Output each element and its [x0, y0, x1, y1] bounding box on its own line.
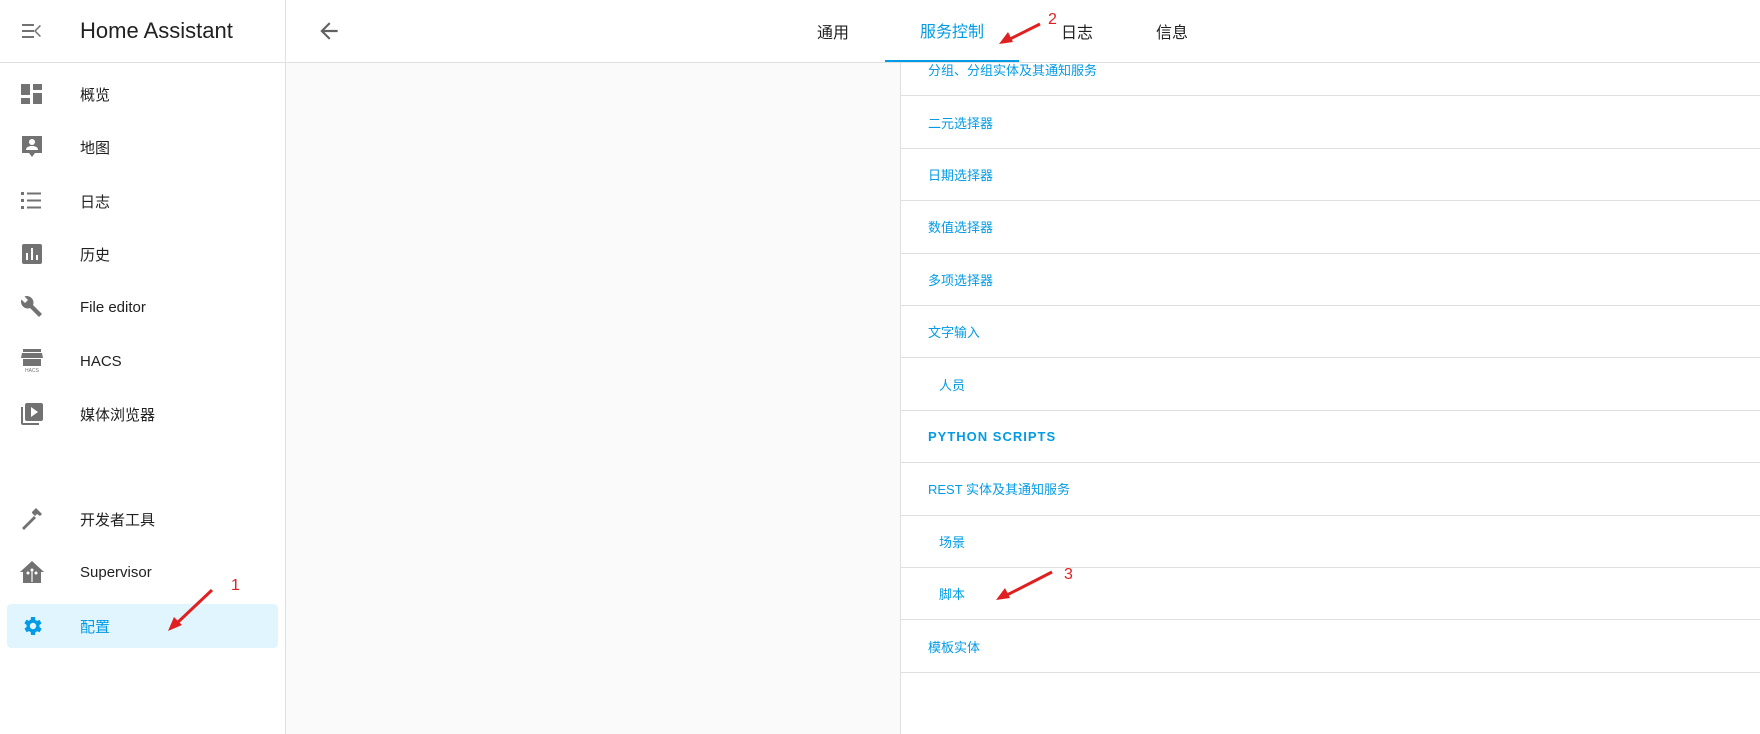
sidebar-item-file-editor[interactable]: File editor [7, 285, 278, 329]
hacs-store-icon: HACS [7, 349, 57, 373]
sidebar-item-media[interactable]: 媒体浏览器 [7, 392, 278, 436]
list-item[interactable]: 数值选择器 [901, 201, 1760, 254]
top-bar: 通用 服务控制 日志 信息 [286, 0, 1760, 63]
sidebar-item-config[interactable]: 配置 [7, 604, 278, 648]
list-item[interactable]: 人员 [901, 358, 1760, 411]
sidebar-item-history[interactable]: 历史 [7, 232, 278, 276]
sidebar: Home Assistant 概览 地图 日志 历史 File editor H… [0, 0, 286, 734]
history-chart-icon [7, 244, 57, 264]
gear-icon [7, 614, 57, 638]
list-item[interactable]: 日期选择器 [901, 149, 1760, 202]
list-item[interactable]: 二元选择器 [901, 96, 1760, 149]
menu-collapse-icon[interactable] [2, 23, 62, 39]
list-item[interactable]: REST 实体及其通知服务 [901, 463, 1760, 516]
tab-logs[interactable]: 日志 [1038, 0, 1116, 62]
media-play-box-icon [7, 403, 57, 425]
sidebar-item-hacs[interactable]: HACS HACS [7, 339, 278, 383]
sidebar-item-developer-tools[interactable]: 开发者工具 [7, 497, 278, 541]
map-account-icon [7, 135, 57, 159]
list-item[interactable]: PYTHON SCRIPTS [901, 411, 1760, 464]
svg-text:HACS: HACS [25, 368, 40, 373]
tab-info[interactable]: 信息 [1133, 0, 1211, 62]
integration-list: 分组、分组实体及其通知服务 二元选择器 日期选择器 数值选择器 多项选择器 文字… [900, 63, 1760, 734]
empty-pane [286, 63, 900, 734]
home-assistant-icon [7, 561, 57, 583]
list-item[interactable]: 多项选择器 [901, 254, 1760, 306]
sidebar-item-map[interactable]: 地图 [7, 125, 278, 169]
hammer-icon [7, 507, 57, 531]
list-item[interactable]: 文字输入 [901, 306, 1760, 359]
dashboard-icon [7, 84, 57, 104]
sidebar-item-supervisor[interactable]: Supervisor [7, 550, 278, 594]
app-title: Home Assistant [80, 18, 233, 43]
sidebar-item-overview[interactable]: 概览 [7, 72, 278, 116]
tab-general[interactable]: 通用 [794, 0, 872, 62]
list-item[interactable]: 分组、分组实体及其通知服务 [901, 63, 1760, 97]
sidebar-item-logbook[interactable]: 日志 [7, 179, 278, 223]
logbook-list-icon [7, 192, 57, 210]
wrench-icon [7, 295, 57, 319]
list-item[interactable]: 模板实体 [901, 620, 1760, 673]
list-item[interactable]: 场景 [901, 516, 1760, 568]
list-item-script[interactable]: 脚本 [901, 568, 1760, 621]
back-arrow-icon[interactable] [316, 18, 342, 49]
tab-service-control[interactable]: 服务控制 [885, 0, 1019, 62]
sidebar-header: Home Assistant [0, 0, 285, 63]
